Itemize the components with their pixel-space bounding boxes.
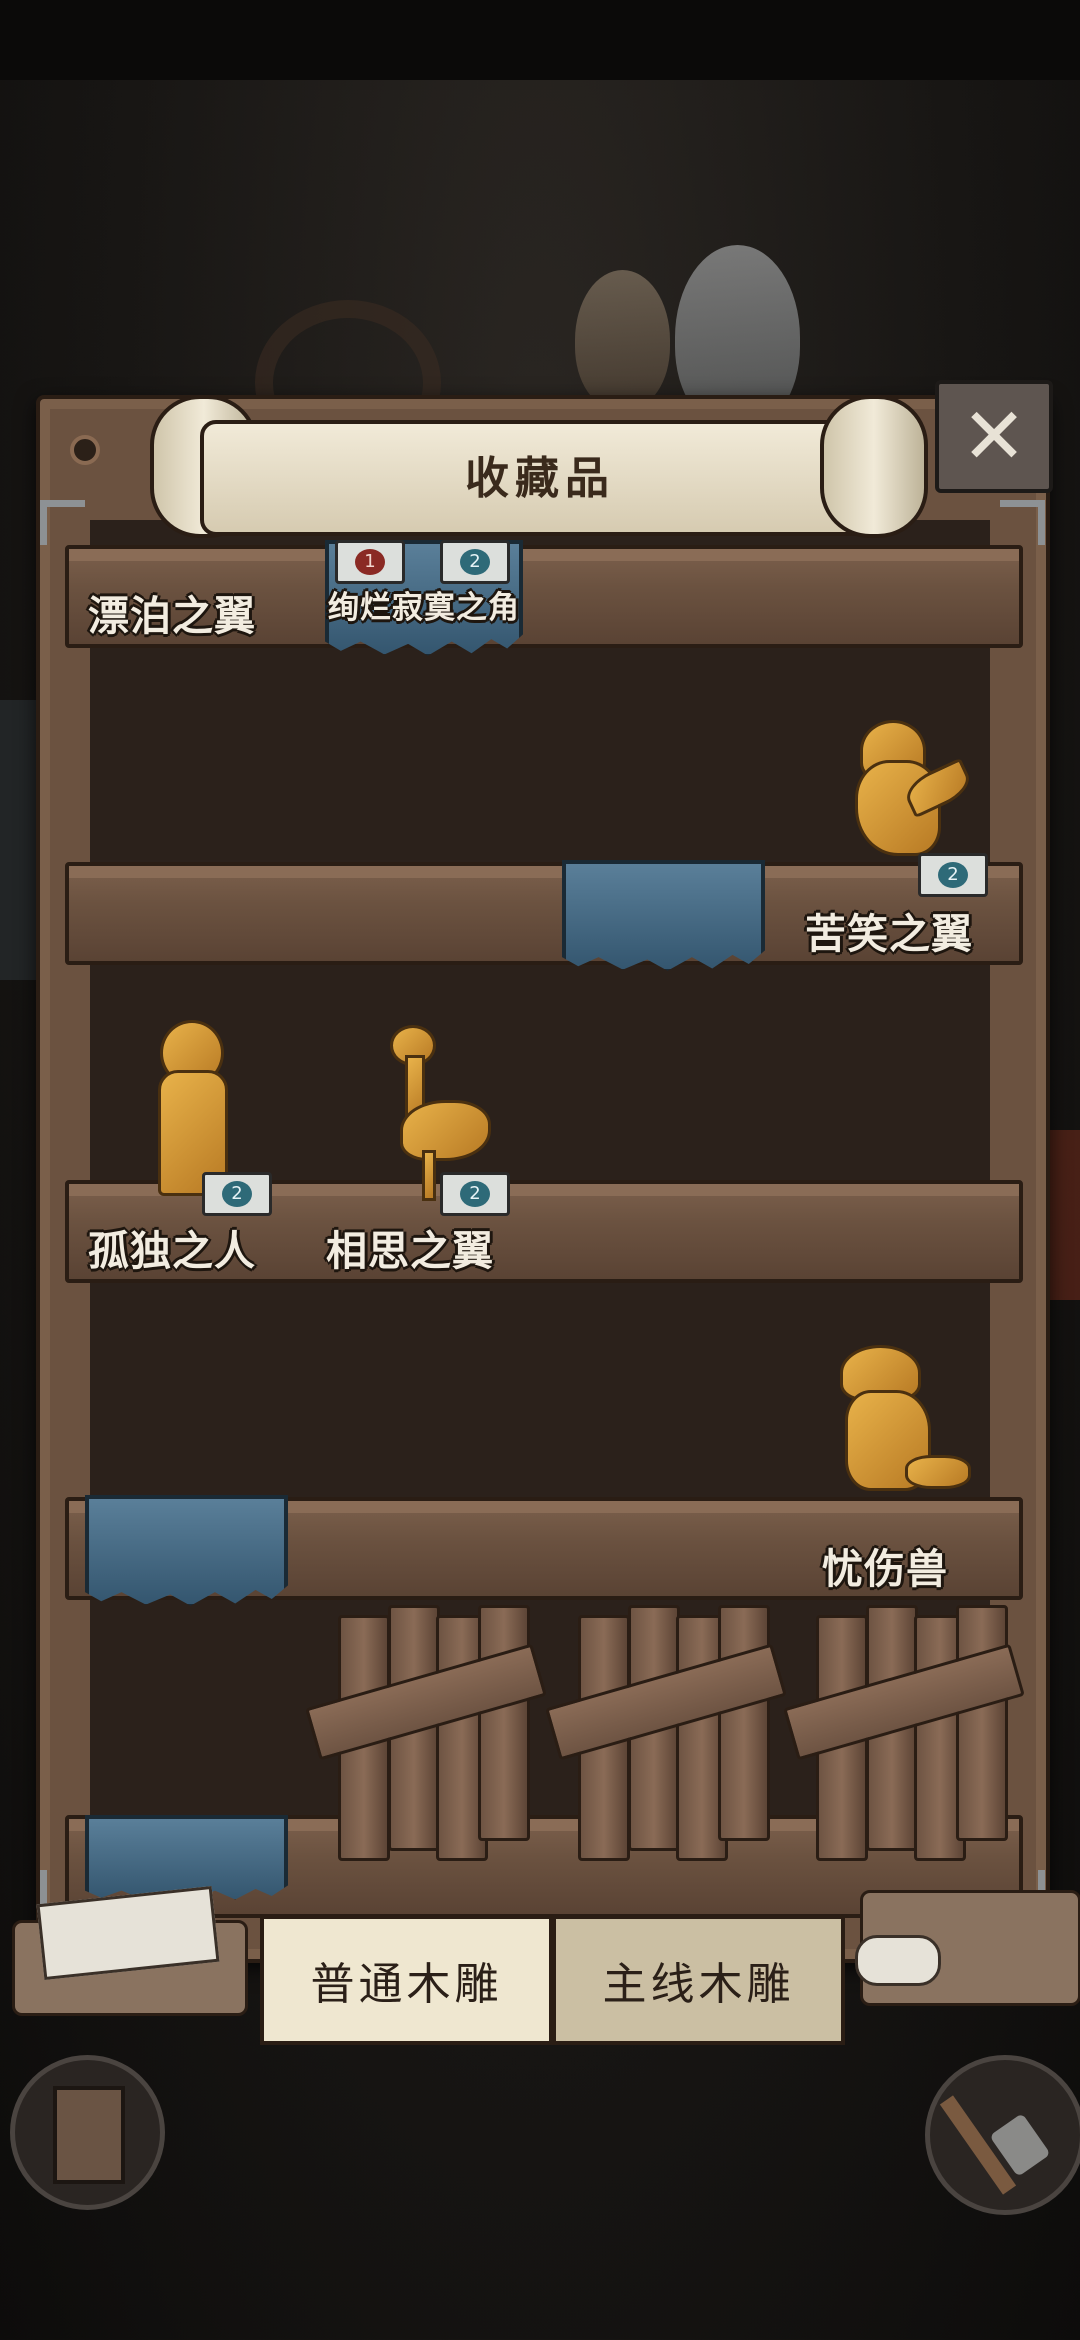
locked-slot-3 (783, 1605, 1025, 1865)
item-label-drifting-wing[interactable]: 漂泊之翼 (88, 582, 256, 642)
door-icon (53, 2086, 125, 2184)
background-window (0, 700, 40, 980)
corner-bracket-icon (1000, 500, 1045, 545)
close-x-icon: ✕ (961, 391, 1027, 482)
blue-cloth (562, 860, 765, 971)
background-owl-brown (575, 270, 670, 410)
badge-teal: 2 (918, 853, 988, 897)
item-label-lonely-person[interactable]: 孤独之人 (88, 1217, 256, 1277)
close-button[interactable]: ✕ (935, 380, 1053, 493)
nail-icon (70, 435, 100, 465)
item-label-sorrow-beast[interactable]: 忧伤兽 (822, 1535, 948, 1595)
item-label-bitter-smile-wing[interactable]: 苦笑之翼 (805, 900, 973, 960)
badge-teal: 2 (440, 1172, 510, 1216)
tab-mainline-woodcarving[interactable]: 主线木雕 (552, 1915, 845, 2045)
locked-slot-2 (545, 1605, 787, 1865)
paper-roll (855, 1935, 941, 1986)
badge-teal: 2 (202, 1172, 272, 1216)
wooden-sorrow-beast-figurine[interactable] (820, 1335, 980, 1525)
corner-bracket-icon (40, 500, 85, 545)
locked-slot-1 (305, 1605, 547, 1865)
top-bar (0, 0, 1080, 80)
item-label-splendid-loneliness-horn[interactable]: 绚烂寂寞之角 (328, 582, 520, 627)
door-button[interactable] (10, 2055, 165, 2210)
page-title: 收藏品 (465, 453, 615, 504)
badge-red: 1 (335, 540, 405, 584)
tab-normal-woodcarving[interactable]: 普通木雕 (260, 1915, 553, 2045)
axe-button[interactable] (925, 2055, 1080, 2215)
item-label-longing-wing[interactable]: 相思之翼 (326, 1217, 494, 1277)
badge-teal: 2 (440, 540, 510, 584)
